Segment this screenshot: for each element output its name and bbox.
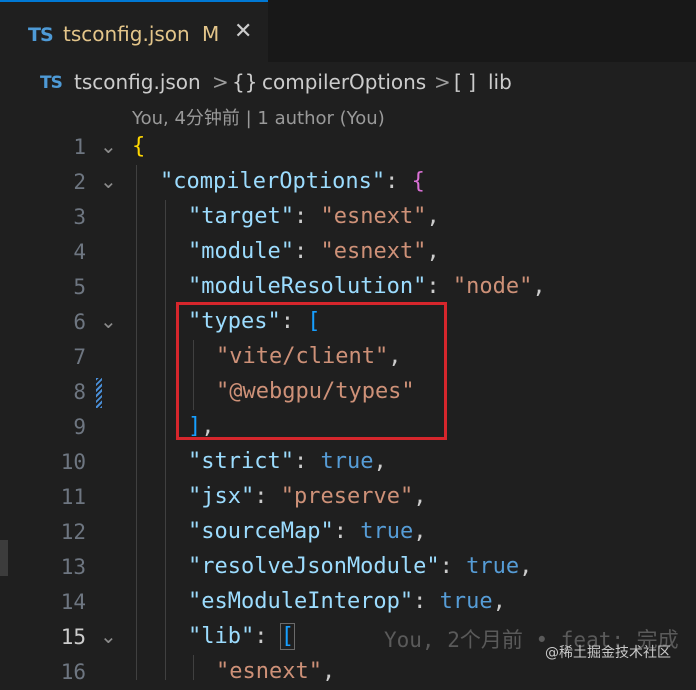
git-blame-codelens[interactable]: You, 4分钟前 | 1 author (You) xyxy=(132,104,385,130)
line-number: 8 xyxy=(73,380,86,404)
comma: , xyxy=(426,204,440,229)
typescript-file-icon: TS xyxy=(40,73,63,93)
object-icon: {} xyxy=(232,70,258,94)
comma: , xyxy=(373,449,387,474)
code-line: 1 ⌄ { xyxy=(0,130,696,165)
chevron-right-icon: > xyxy=(434,70,451,94)
colon: : xyxy=(293,204,321,229)
line-number: 15 xyxy=(60,625,86,649)
json-key: "lib" xyxy=(188,624,255,649)
json-key: "module" xyxy=(188,239,294,264)
json-key: "sourceMap" xyxy=(188,519,334,544)
line-number: 16 xyxy=(60,660,86,684)
comma: , xyxy=(519,554,533,579)
line-number: 7 xyxy=(73,345,86,369)
tab-title: tsconfig.json xyxy=(63,22,190,46)
code-line: 2 ⌄ "compilerOptions": { xyxy=(0,165,696,200)
json-string: "preserve" xyxy=(280,484,414,509)
json-boolean: true xyxy=(439,589,493,614)
line-number: 4 xyxy=(73,240,86,264)
code-line: 10 "strict": true, xyxy=(0,445,696,480)
comma: , xyxy=(413,519,427,544)
line-number: 3 xyxy=(73,205,86,229)
comma: , xyxy=(321,659,336,684)
json-string: "esnext" xyxy=(216,659,322,684)
line-number: 11 xyxy=(60,485,86,509)
typescript-file-icon: TS xyxy=(28,24,54,46)
json-key: "esModuleInterop" xyxy=(188,589,414,614)
brace: { xyxy=(132,134,146,159)
line-number: 2 xyxy=(73,170,86,194)
highlight-box xyxy=(176,302,447,440)
json-boolean: true xyxy=(320,449,374,474)
json-key: "resolveJsonModule" xyxy=(188,554,440,579)
line-number: 12 xyxy=(60,520,86,544)
line-number: 1 xyxy=(73,135,86,159)
line-number: 13 xyxy=(60,555,86,579)
json-key: "strict" xyxy=(188,449,294,474)
colon: : xyxy=(385,169,412,194)
line-number: 6 xyxy=(73,310,86,334)
json-string: "esnext" xyxy=(320,239,427,264)
tab-tsconfig[interactable]: TS tsconfig.json M ✕ xyxy=(0,0,268,62)
colon: : xyxy=(413,589,440,614)
colon: : xyxy=(426,274,453,299)
breadcrumb: TS tsconfig.json > {} compilerOptions > … xyxy=(0,62,696,102)
bracket: [ xyxy=(279,623,296,650)
modified-line-gutter-marker xyxy=(96,378,102,408)
json-boolean: true xyxy=(360,519,414,544)
scrollbar[interactable] xyxy=(0,540,8,576)
chevron-right-icon: > xyxy=(212,70,229,94)
colon: : xyxy=(254,624,281,649)
json-key: "compilerOptions" xyxy=(160,169,386,194)
line-number: 5 xyxy=(73,275,86,299)
modified-badge: M xyxy=(202,22,220,46)
breadcrumb-compiler-options[interactable]: compilerOptions xyxy=(262,70,426,94)
code-line: 3 "target": "esnext", xyxy=(0,200,696,235)
chevron-down-icon[interactable]: ⌄ xyxy=(100,134,117,158)
code-line: 14 "esModuleInterop": true, xyxy=(0,585,696,620)
colon: : xyxy=(439,554,467,579)
chevron-down-icon[interactable]: ⌄ xyxy=(100,169,117,193)
close-icon[interactable]: ✕ xyxy=(234,19,252,44)
colon: : xyxy=(333,519,361,544)
code-line: 12 "sourceMap": true, xyxy=(0,515,696,550)
json-string: "node" xyxy=(452,274,533,299)
brace: { xyxy=(411,169,425,194)
breadcrumb-file[interactable]: tsconfig.json xyxy=(74,70,201,94)
json-key: "moduleResolution" xyxy=(188,274,427,299)
chevron-down-icon[interactable]: ⌄ xyxy=(100,624,117,648)
comma: , xyxy=(413,484,427,509)
chevron-down-icon[interactable]: ⌄ xyxy=(100,309,117,333)
comma: , xyxy=(492,589,506,614)
code-line: 11 "jsx": "preserve", xyxy=(0,480,696,515)
code-line: 4 "module": "esnext", xyxy=(0,235,696,270)
colon: : xyxy=(254,484,281,509)
json-boolean: true xyxy=(466,554,520,579)
colon: : xyxy=(293,449,321,474)
breadcrumb-lib[interactable]: lib xyxy=(488,70,512,94)
code-line: 13 "resolveJsonModule": true, xyxy=(0,550,696,585)
line-number: 10 xyxy=(60,450,86,474)
json-key: "target" xyxy=(188,204,294,229)
watermark: @稀土掘金技术社区 xyxy=(545,645,671,661)
line-number: 14 xyxy=(60,590,86,614)
comma: , xyxy=(532,274,546,299)
json-key: "jsx" xyxy=(188,484,255,509)
json-string: "esnext" xyxy=(320,204,427,229)
array-icon: [ ] xyxy=(454,70,476,94)
comma: , xyxy=(426,239,440,264)
tab-bar: TS tsconfig.json M ✕ xyxy=(0,0,696,63)
code-line: 5 "moduleResolution": "node", xyxy=(0,270,696,305)
line-number: 9 xyxy=(73,415,86,439)
colon: : xyxy=(293,239,321,264)
